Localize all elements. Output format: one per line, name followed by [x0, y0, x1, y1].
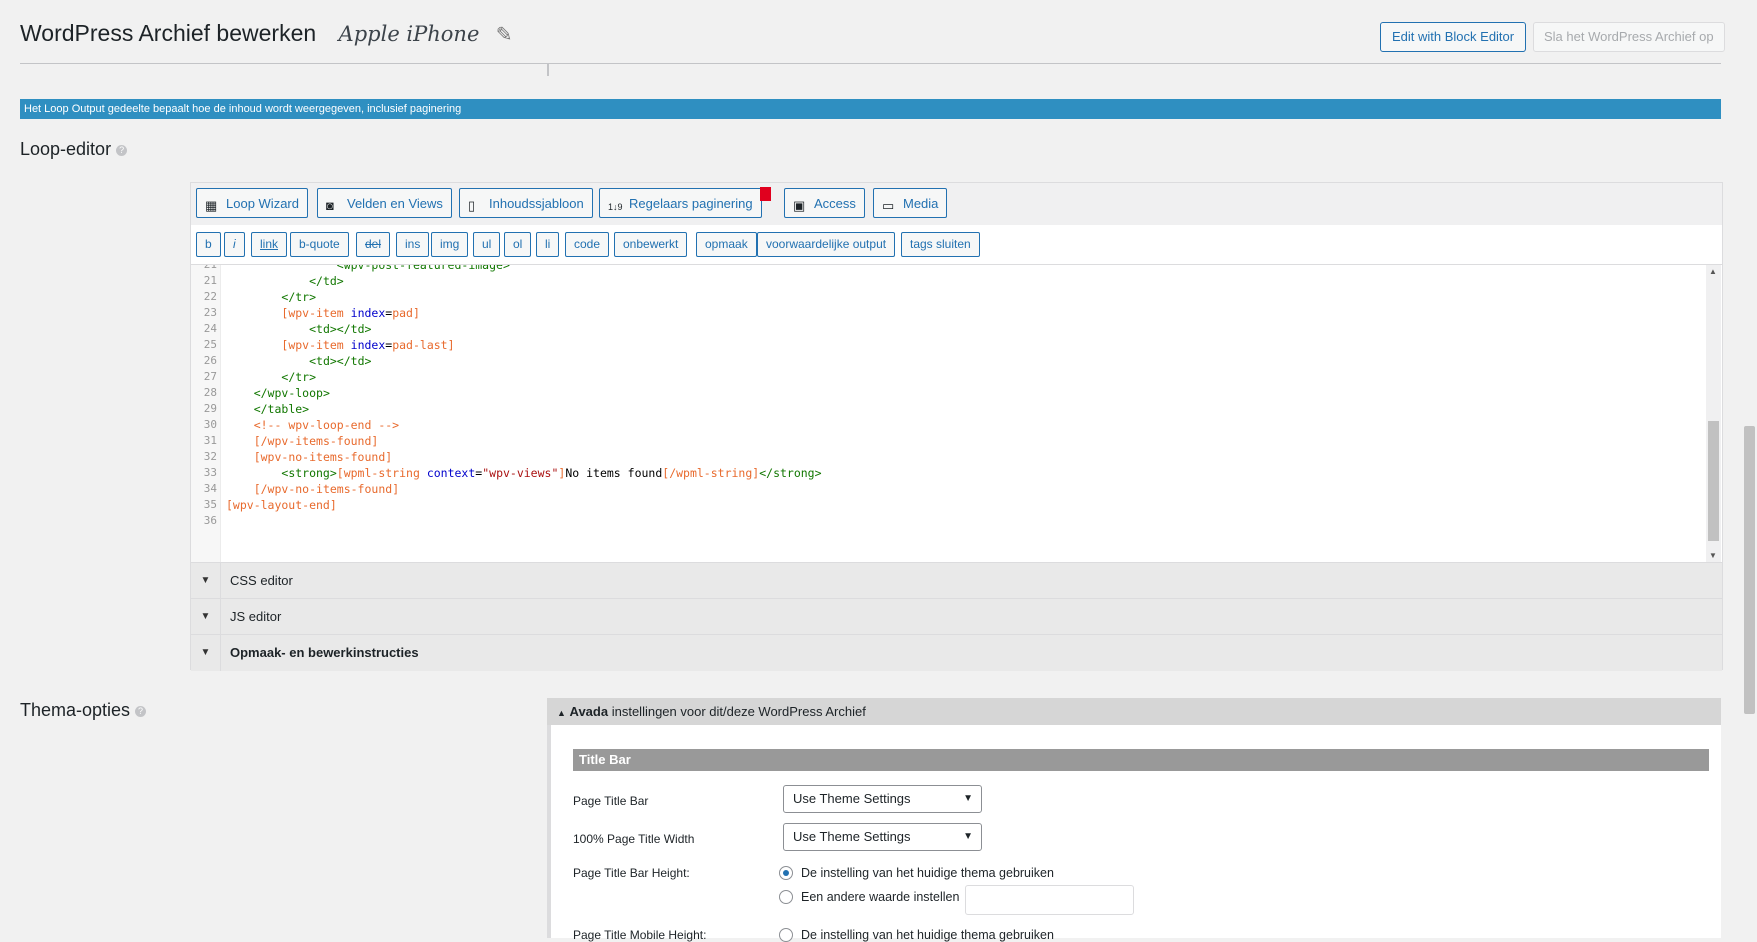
- quicktag-link-button[interactable]: link: [251, 232, 288, 257]
- quicktag-raw-button[interactable]: onbewerkt: [614, 232, 688, 257]
- radio-default-height[interactable]: [779, 866, 793, 880]
- bookmark-flag-icon: [760, 187, 771, 201]
- chevron-down-icon: ▼: [963, 793, 973, 804]
- quicktag-ol-button[interactable]: ol: [504, 232, 532, 257]
- clipboard-icon: ▯: [468, 198, 476, 213]
- loop-editor-title: Loop-editor?: [20, 139, 128, 160]
- css-editor-toggle[interactable]: ▼ CSS editor: [191, 562, 1722, 599]
- number-sort-icon: 1↓9: [608, 202, 623, 212]
- quicktag-ul-button[interactable]: ul: [473, 232, 501, 257]
- access-button[interactable]: ▣ Access: [784, 188, 865, 218]
- content-template-button[interactable]: ▯ Inhoudssjabloon: [459, 188, 593, 218]
- content-template-label: Inhoudssjabloon: [489, 196, 584, 211]
- fields-views-button[interactable]: ◙ Velden en Views: [317, 188, 452, 218]
- fields-views-label: Velden en Views: [347, 196, 443, 211]
- media-button[interactable]: ▭ Media: [873, 188, 948, 218]
- code-editor-scroll-thumb[interactable]: [1708, 421, 1719, 541]
- edit-with-block-editor-button[interactable]: Edit with Block Editor: [1380, 22, 1527, 52]
- page-title-bar-select[interactable]: Use Theme Settings ▼: [783, 785, 982, 813]
- page-title: WordPress Archief bewerken Apple iPhone …: [20, 20, 513, 47]
- page-title-width-label: 100% Page Title Width: [573, 832, 695, 846]
- custom-height-input[interactable]: [965, 885, 1134, 915]
- save-archive-button[interactable]: Sla het WordPress Archief op: [1533, 22, 1725, 52]
- divider: [20, 63, 1721, 64]
- archive-name: Apple iPhone: [338, 22, 480, 46]
- access-label: Access: [814, 196, 856, 211]
- caret-down-icon: ▼: [191, 599, 221, 635]
- js-editor-toggle[interactable]: ▼ JS editor: [191, 598, 1722, 635]
- grid-icon: ▦: [205, 198, 218, 213]
- js-editor-label: JS editor: [230, 609, 282, 624]
- loop-editor-toolbar: ▦ Loop Wizard ◙ Velden en Views ▯ Inhoudssj…: [191, 183, 1722, 226]
- radio-custom-height-label: Een andere waarde instellen: [801, 890, 960, 904]
- page-title-height-label: Page Title Bar Height:: [573, 866, 690, 880]
- camera-icon: ◙: [326, 198, 334, 213]
- lock-icon: ▣: [793, 198, 806, 213]
- caret-down-icon: ▼: [191, 563, 221, 599]
- mobile-height-label: Page Title Mobile Height:: [573, 928, 707, 942]
- quicktag-bold-button[interactable]: b: [196, 232, 221, 257]
- avada-brand: Avada: [569, 704, 609, 719]
- line-number: 36: [203, 514, 217, 527]
- theme-options-panel: ▲ Avada instellingen voor dit/deze WordP…: [547, 698, 1721, 942]
- caret-down-icon: ▼: [191, 635, 221, 671]
- theme-options-title-text: Thema-opties: [20, 700, 131, 720]
- loop-editor: ▦ Loop Wizard ◙ Velden en Views ▯ Inhoudssj…: [190, 182, 1723, 671]
- instructions-label: Opmaak- en bewerkinstructies: [230, 645, 419, 660]
- media-label: Media: [903, 196, 939, 211]
- quicktag-img-button[interactable]: img: [431, 232, 469, 257]
- page-scrollbar[interactable]: [1742, 0, 1757, 938]
- code-editor[interactable]: 21 <wpv-post-featured-image>21 </td>22 <…: [191, 265, 1706, 562]
- radio-default-height-label: De instelling van het huidige thema gebr…: [801, 866, 1054, 880]
- help-icon[interactable]: ?: [135, 705, 147, 717]
- quicktag-italic-button[interactable]: i: [224, 232, 245, 257]
- radio-custom-height[interactable]: [779, 890, 793, 904]
- scroll-down-icon[interactable]: ▼: [1709, 551, 1717, 560]
- loop-wizard-button[interactable]: ▦ Loop Wizard: [196, 188, 308, 218]
- quicktag-ins-button[interactable]: ins: [396, 232, 430, 257]
- page-title-width-value: Use Theme Settings: [793, 829, 911, 844]
- page-title-bar-value: Use Theme Settings: [793, 791, 911, 806]
- page-title-text: WordPress Archief bewerken: [20, 20, 317, 46]
- quicktag-del-button[interactable]: del: [356, 232, 391, 257]
- caret-up-icon: ▲: [557, 708, 566, 718]
- chevron-down-icon: ▼: [963, 831, 973, 842]
- info-bar: Het Loop Output gedeelte bepaalt hoe de …: [20, 99, 1721, 119]
- quicktag-code-button[interactable]: code: [565, 232, 610, 257]
- page-title-bar-label: Page Title Bar: [573, 794, 649, 808]
- instructions-toggle[interactable]: ▼ Opmaak- en bewerkinstructies: [191, 634, 1722, 671]
- title-bar-heading: Title Bar: [573, 749, 1709, 771]
- theme-panel-body: Title Bar Page Title Bar Use Theme Setti…: [547, 725, 1721, 942]
- page-title-width-select[interactable]: Use Theme Settings ▼: [783, 823, 982, 851]
- radio-mobile-default-label: De instelling van het huidige thema gebr…: [801, 928, 1054, 942]
- code-editor-scrollbar[interactable]: ▲ ▼: [1706, 265, 1721, 562]
- pagination-controls-label: Regelaars paginering: [629, 196, 753, 211]
- css-editor-label: CSS editor: [230, 573, 293, 588]
- divider-tick: [547, 64, 549, 76]
- radio-mobile-default[interactable]: [779, 928, 793, 942]
- help-icon[interactable]: ?: [116, 144, 128, 156]
- code-text: [wpv-layout-end]: [226, 498, 337, 512]
- quicktag-conditional-button[interactable]: voorwaardelijke output: [757, 232, 896, 257]
- quicktag-li-button[interactable]: li: [536, 232, 560, 257]
- image-icon: ▭: [882, 198, 895, 213]
- pagination-controls-button[interactable]: 1↓9 Regelaars paginering: [599, 187, 771, 218]
- theme-panel-header-text: instellingen voor dit/deze WordPress Arc…: [611, 704, 866, 719]
- loop-editor-title-text: Loop-editor: [20, 139, 112, 159]
- quicktag-blockquote-button[interactable]: b-quote: [290, 232, 349, 257]
- loop-wizard-label: Loop Wizard: [226, 196, 299, 211]
- pencil-icon[interactable]: ✎: [496, 22, 513, 47]
- quicktags-bar: b i link b-quote del ins img ul ol li co…: [191, 225, 1722, 265]
- quicktag-format-button[interactable]: opmaak: [696, 232, 757, 257]
- page-scroll-thumb[interactable]: [1744, 426, 1755, 714]
- quicktag-close-tags-button[interactable]: tags sluiten: [901, 232, 980, 257]
- theme-panel-header[interactable]: ▲ Avada instellingen voor dit/deze WordP…: [547, 698, 1721, 725]
- scroll-up-icon[interactable]: ▲: [1709, 267, 1717, 276]
- theme-options-title: Thema-opties?: [20, 700, 147, 721]
